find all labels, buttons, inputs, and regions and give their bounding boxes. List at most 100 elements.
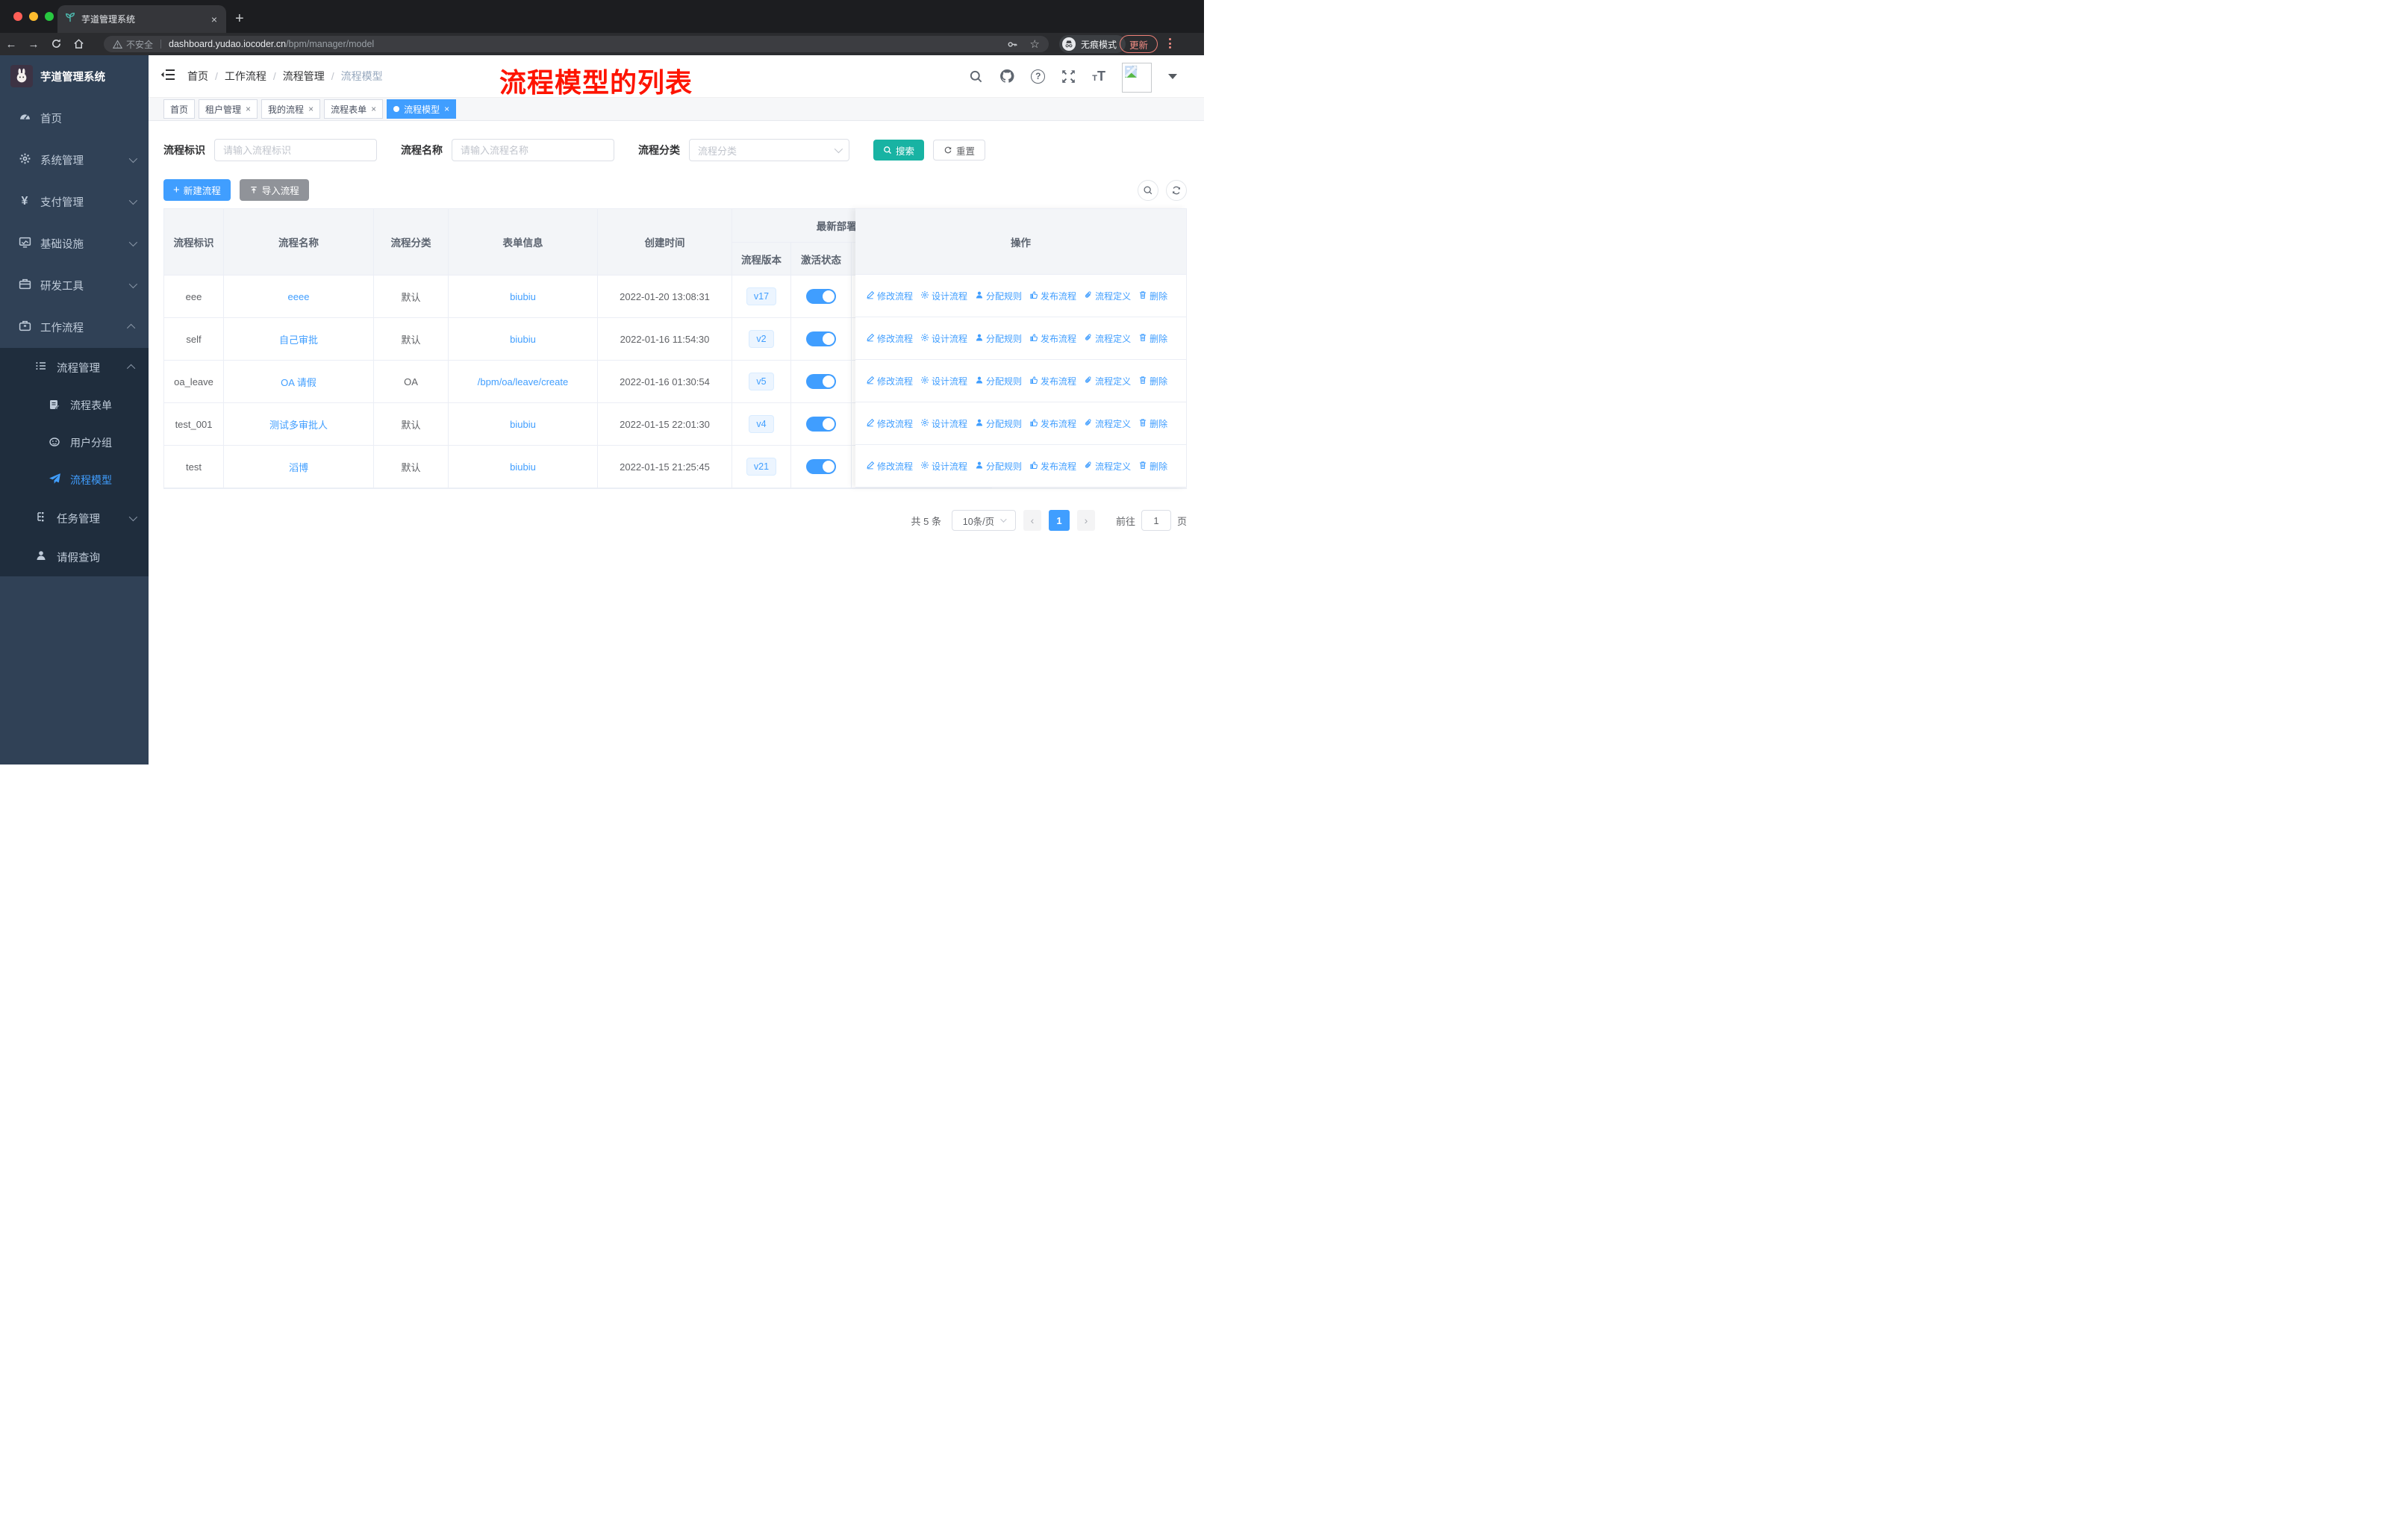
show-search-button[interactable]	[1138, 179, 1158, 201]
import-process-button[interactable]: 导入流程	[239, 179, 309, 201]
search-button[interactable]: 搜索	[873, 140, 925, 161]
update-button[interactable]: 更新	[1120, 35, 1158, 53]
avatar[interactable]	[1122, 63, 1152, 93]
form-info-link[interactable]: biubiu	[510, 419, 536, 430]
help-icon[interactable]: ?	[1031, 69, 1046, 84]
window-controls[interactable]	[13, 12, 54, 21]
tag-process-form[interactable]: 流程表单 ×	[324, 99, 384, 119]
tag-home[interactable]: 首页	[163, 99, 196, 119]
url-bar[interactable]: 不安全 dashboard.yudao.iocoder.cn/bpm/manag…	[104, 36, 1049, 52]
maximize-window-button[interactable]	[45, 12, 54, 21]
action-thumb-up[interactable]: 发布流程	[1029, 417, 1076, 430]
page-1-button[interactable]: 1	[1048, 510, 1070, 531]
action-pencil[interactable]: 修改流程	[866, 417, 913, 430]
browser-menu-icon[interactable]	[1169, 38, 1171, 49]
process-name-link[interactable]: OA 请假	[281, 377, 316, 388]
active-toggle[interactable]	[806, 374, 836, 389]
browser-tab[interactable]: 芋道管理系统 ×	[57, 5, 226, 33]
github-icon[interactable]	[999, 69, 1014, 84]
page-size-select[interactable]: 10条/页	[951, 510, 1016, 531]
action-gear[interactable]: 设计流程	[920, 417, 967, 430]
breadcrumb-home[interactable]: 首页	[187, 69, 208, 84]
close-icon[interactable]: ×	[371, 104, 376, 114]
sidebar-item-infra[interactable]: 基础设施	[0, 222, 149, 264]
active-toggle[interactable]	[806, 289, 836, 304]
close-icon[interactable]: ×	[246, 104, 251, 114]
close-icon[interactable]: ×	[308, 104, 314, 114]
form-info-link[interactable]: /bpm/oa/leave/create	[478, 376, 568, 387]
action-trash[interactable]: 删除	[1138, 375, 1167, 387]
action-trash[interactable]: 删除	[1138, 460, 1167, 473]
fullscreen-icon[interactable]	[1061, 69, 1076, 84]
action-user[interactable]: 分配规则	[975, 375, 1022, 387]
sidebar-item-user-group[interactable]: 用户分组	[0, 424, 149, 461]
close-window-button[interactable]	[13, 12, 22, 21]
action-user[interactable]: 分配规则	[975, 417, 1022, 430]
action-gear[interactable]: 设计流程	[920, 375, 967, 387]
active-toggle[interactable]	[806, 331, 836, 346]
tag-tenant[interactable]: 租户管理 ×	[199, 99, 258, 119]
action-gear[interactable]: 设计流程	[920, 332, 967, 345]
font-size-icon[interactable]: TT	[1092, 69, 1105, 84]
process-name-link[interactable]: 滔博	[289, 462, 308, 473]
home-icon[interactable]	[67, 38, 90, 51]
action-thumb-up[interactable]: 发布流程	[1029, 460, 1076, 473]
action-thumb-up[interactable]: 发布流程	[1029, 290, 1076, 302]
breadcrumb-workflow[interactable]: 工作流程	[225, 69, 266, 84]
sidebar-item-process-model[interactable]: 流程模型	[0, 461, 149, 499]
form-info-link[interactable]: biubiu	[510, 291, 536, 302]
action-gear[interactable]: 设计流程	[920, 460, 967, 473]
reload-icon[interactable]	[45, 38, 67, 51]
sidebar-item-process-mgmt[interactable]: 流程管理	[0, 348, 149, 387]
sidebar-item-process-form[interactable]: 流程表单	[0, 387, 149, 424]
action-thumb-up[interactable]: 发布流程	[1029, 375, 1076, 387]
search-icon[interactable]	[969, 69, 983, 84]
process-name-input[interactable]	[452, 139, 614, 161]
next-page-button[interactable]: ›	[1076, 510, 1095, 531]
action-paperclip[interactable]: 流程定义	[1084, 332, 1131, 345]
tab-close-icon[interactable]: ×	[210, 13, 219, 25]
form-info-link[interactable]: biubiu	[510, 334, 536, 345]
tag-process-model[interactable]: 流程模型 ×	[387, 99, 457, 119]
key-icon[interactable]	[1007, 39, 1018, 50]
action-pencil[interactable]: 修改流程	[866, 290, 913, 302]
sidebar-item-leave-query[interactable]: 请假查询	[0, 538, 149, 576]
sidebar-item-workflow[interactable]: 工作流程	[0, 306, 149, 348]
create-process-button[interactable]: + 新建流程	[163, 179, 231, 201]
action-user[interactable]: 分配规则	[975, 332, 1022, 345]
form-info-link[interactable]: biubiu	[510, 461, 536, 473]
process-key-input[interactable]	[214, 139, 377, 161]
process-name-link[interactable]: 测试多审批人	[269, 420, 328, 431]
goto-page-input[interactable]	[1141, 510, 1171, 531]
security-warning[interactable]: 不安全	[113, 38, 153, 51]
action-paperclip[interactable]: 流程定义	[1084, 417, 1131, 430]
process-name-link[interactable]: 自己审批	[279, 334, 318, 346]
action-trash[interactable]: 删除	[1138, 290, 1167, 302]
new-tab-button[interactable]: +	[235, 8, 244, 29]
action-user[interactable]: 分配规则	[975, 290, 1022, 302]
breadcrumb-process-mgmt[interactable]: 流程管理	[283, 69, 325, 84]
sidebar-item-payment[interactable]: ¥ 支付管理	[0, 181, 149, 222]
avatar-caret-icon[interactable]	[1168, 73, 1177, 79]
sidebar-item-task-mgmt[interactable]: 任务管理	[0, 499, 149, 538]
action-pencil[interactable]: 修改流程	[866, 375, 913, 387]
category-select[interactable]: 流程分类	[689, 139, 849, 161]
back-icon[interactable]: ←	[0, 38, 22, 51]
action-thumb-up[interactable]: 发布流程	[1029, 332, 1076, 345]
action-gear[interactable]: 设计流程	[920, 290, 967, 302]
tag-my-process[interactable]: 我的流程 ×	[261, 99, 321, 119]
minimize-window-button[interactable]	[29, 12, 38, 21]
sidebar-item-system[interactable]: 系统管理	[0, 139, 149, 181]
sidebar-item-home[interactable]: 首页	[0, 97, 149, 139]
refresh-table-button[interactable]	[1166, 179, 1187, 201]
prev-page-button[interactable]: ‹	[1023, 510, 1041, 531]
action-trash[interactable]: 删除	[1138, 332, 1167, 345]
action-pencil[interactable]: 修改流程	[866, 460, 913, 473]
action-paperclip[interactable]: 流程定义	[1084, 290, 1131, 302]
active-toggle[interactable]	[806, 459, 836, 474]
action-trash[interactable]: 删除	[1138, 417, 1167, 430]
forward-icon[interactable]: →	[22, 38, 45, 51]
action-paperclip[interactable]: 流程定义	[1084, 460, 1131, 473]
sidebar-item-devtools[interactable]: 研发工具	[0, 264, 149, 306]
action-paperclip[interactable]: 流程定义	[1084, 375, 1131, 387]
